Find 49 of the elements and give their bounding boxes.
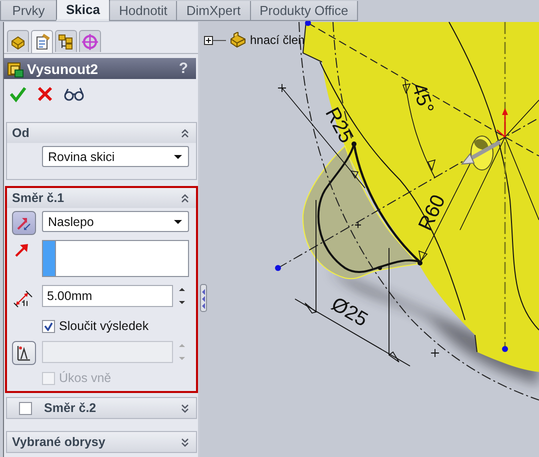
spin-arrows-icon[interactable] (177, 286, 187, 306)
dimension-label[interactable]: Ø25 (328, 293, 372, 332)
part-icon (229, 32, 247, 48)
dropdown[interactable]: Rovina skici (42, 146, 189, 167)
check-icon (44, 322, 53, 330)
manager-tab[interactable] (55, 30, 77, 52)
depth-field[interactable]: 5.00mm (42, 285, 173, 307)
checkbox[interactable] (42, 320, 55, 332)
expand-chevron-icon[interactable] (180, 402, 190, 414)
caret-icon (173, 218, 183, 224)
reverse-direction-button[interactable] (12, 211, 36, 235)
arrow-icon (14, 242, 30, 258)
checkbox[interactable] (19, 402, 32, 414)
dropdown[interactable]: Naslepo (42, 211, 189, 232)
dimension-label[interactable]: 45° (407, 80, 438, 116)
configuration-icon (57, 32, 75, 50)
manager-tab[interactable] (31, 30, 53, 53)
collapse-handle-icon[interactable] (200, 284, 207, 312)
checkbox-label: Úkos vně (59, 371, 112, 385)
caret-icon (173, 154, 183, 160)
glasses-icon[interactable] (63, 86, 85, 102)
group-title: Směr č.2 (44, 401, 98, 415)
command-tab[interactable]: DimXpert (176, 1, 251, 21)
draft-icon (16, 345, 32, 361)
dimension-label[interactable]: R60 (414, 192, 450, 234)
extrude-icon (6, 60, 24, 78)
expand-icon[interactable] (204, 36, 226, 44)
crosshair-icon (81, 32, 99, 50)
collapse-chevron-icon[interactable] (180, 192, 190, 204)
group-title: Vybrané obrysy (12, 435, 106, 449)
manager-tab[interactable] (7, 30, 29, 52)
group-title: Od (12, 126, 30, 140)
dimension-label[interactable]: R25 (320, 104, 358, 147)
command-tab[interactable]: Prvky (0, 1, 57, 21)
ok-check-icon[interactable] (9, 85, 27, 103)
selection-list[interactable] (42, 240, 189, 277)
group-title: Směr č.1 (12, 191, 66, 205)
panel-title: Vysunout2 (27, 60, 100, 76)
checkbox-label: Sloučit výsledek (59, 319, 149, 333)
command-tab[interactable]: Produkty Office (250, 1, 358, 21)
help-button[interactable]: ? (178, 60, 188, 77)
command-tab[interactable]: Hodnotit (108, 1, 178, 21)
tree-item[interactable]: hnací člen (250, 33, 305, 47)
collapse-chevron-icon[interactable] (180, 127, 190, 139)
command-tab[interactable]: Skica (56, 0, 110, 21)
arrows-icon (16, 215, 32, 231)
expand-chevron-icon[interactable] (180, 436, 190, 448)
draft-button[interactable] (12, 341, 36, 365)
cancel-x-icon[interactable] (37, 86, 53, 102)
